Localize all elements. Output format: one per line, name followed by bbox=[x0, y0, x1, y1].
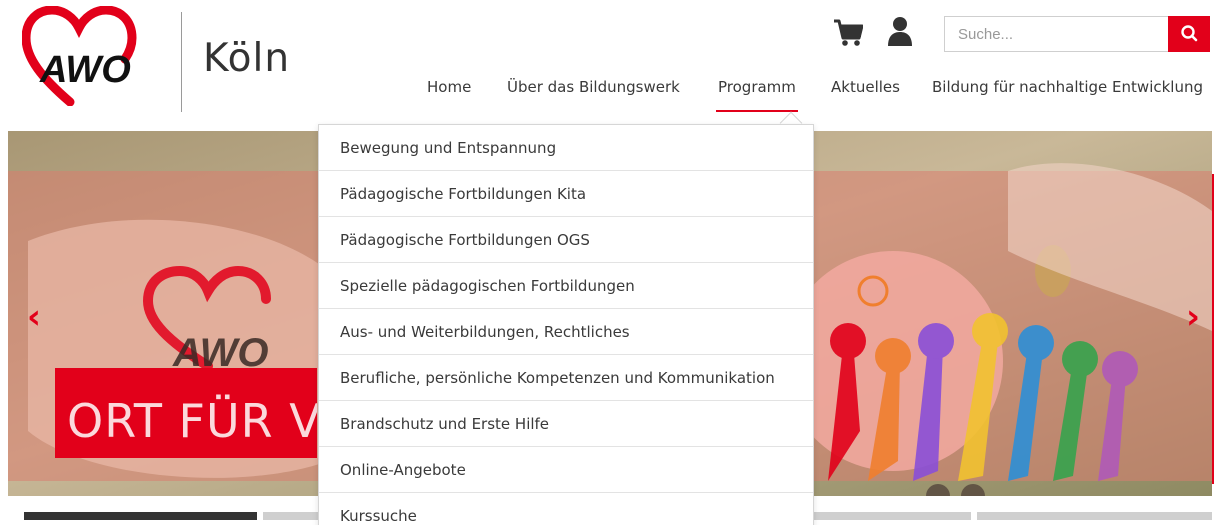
nav-aktuelles[interactable]: Aktuelles bbox=[831, 78, 900, 96]
slider-indicator-1[interactable] bbox=[24, 512, 257, 520]
menu-item-kompetenzen-kommunikation[interactable]: Berufliche, persönliche Kompetenzen und … bbox=[319, 355, 813, 401]
user-icon[interactable] bbox=[887, 16, 913, 46]
menu-item-spezielle-fortbildungen[interactable]: Spezielle pädagogischen Fortbildungen bbox=[319, 263, 813, 309]
cart-icon[interactable] bbox=[833, 18, 863, 48]
menu-item-bewegung-entspannung[interactable]: Bewegung und Entspannung bbox=[319, 125, 813, 171]
search-button[interactable] bbox=[1168, 16, 1210, 52]
menu-item-online-angebote[interactable]: Online-Angebote bbox=[319, 447, 813, 493]
search-icon bbox=[1181, 25, 1198, 42]
menu-item-brandschutz-erste-hilfe[interactable]: Brandschutz und Erste Hilfe bbox=[319, 401, 813, 447]
chevron-right-icon[interactable]: › bbox=[1186, 300, 1200, 334]
nav-ueber-das-bildungswerk[interactable]: Über das Bildungswerk bbox=[507, 78, 680, 96]
search-form bbox=[944, 16, 1210, 52]
programm-dropdown-menu: Bewegung und Entspannung Pädagogische Fo… bbox=[318, 124, 814, 525]
slider-indicator-5[interactable] bbox=[977, 512, 1212, 520]
hero-banner: ORT FÜR V bbox=[55, 368, 317, 458]
nav-home[interactable]: Home bbox=[427, 78, 471, 96]
menu-item-fortbildungen-kita[interactable]: Pädagogische Fortbildungen Kita bbox=[319, 171, 813, 217]
search-input[interactable] bbox=[944, 16, 1168, 52]
site-city-title: Köln bbox=[203, 36, 291, 81]
nav-bildung-nachhaltige-entwicklung[interactable]: Bildung für nachhaltige Entwicklung bbox=[932, 78, 1203, 96]
menu-item-fortbildungen-ogs[interactable]: Pädagogische Fortbildungen OGS bbox=[319, 217, 813, 263]
menu-item-aus-weiterbildungen[interactable]: Aus- und Weiterbildungen, Rechtliches bbox=[319, 309, 813, 355]
main-nav: Home Über das Bildungswerk Programm Aktu… bbox=[0, 78, 1226, 118]
nav-programm[interactable]: Programm bbox=[716, 78, 798, 112]
chevron-left-icon[interactable]: ‹ bbox=[27, 300, 41, 334]
menu-item-kurssuche[interactable]: Kurssuche bbox=[319, 493, 813, 525]
hero-banner-text: ORT FÜR V bbox=[67, 394, 317, 448]
